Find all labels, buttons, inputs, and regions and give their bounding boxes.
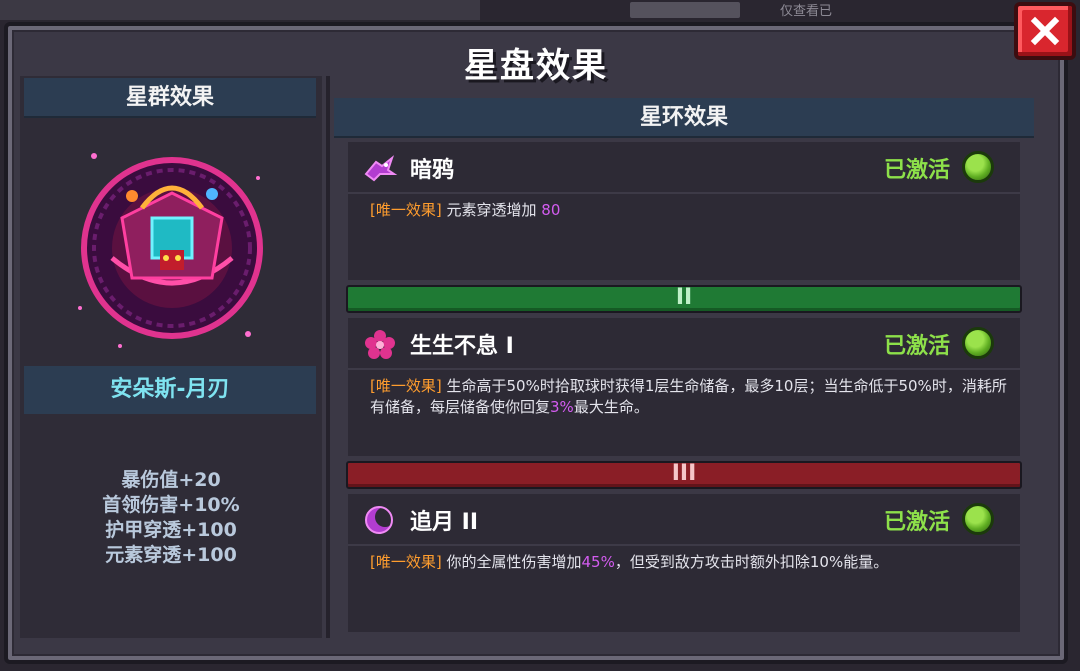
constellation-header: 星群效果 — [24, 78, 316, 118]
desc-text: 你的全属性伤害增加 — [446, 553, 582, 571]
ring-effect-status: 已激活 — [883, 334, 950, 359]
ring-effect-3: 追月 II 已激活 [唯一效果] 你的全属性伤害增加45%，但受到敌方攻击时额外… — [348, 494, 1020, 632]
stat-line: 首领伤害+10% — [102, 494, 240, 516]
ring-effect-name: 追月 II — [410, 510, 479, 535]
desc-highlight: 3% — [550, 398, 574, 416]
ring-effect-name: 生生不息 I — [410, 334, 514, 359]
desc-highlight: 80 — [541, 201, 561, 219]
background-filter-label: 仅查看已 — [780, 4, 833, 19]
crescent-moon-icon — [365, 506, 395, 534]
tier-bar-2: II — [346, 285, 1022, 313]
status-active-dot — [962, 503, 994, 535]
ring-effect-header: 暗鸦 已激活 — [348, 142, 1020, 194]
ring-effect-description: [唯一效果] 你的全属性伤害增加45%，但受到敌方攻击时额外扣除10%能量。 — [370, 552, 1010, 573]
column-divider — [326, 76, 330, 638]
desc-text: 元素穿透增加 — [446, 201, 542, 219]
unique-effect-tag: [唯一效果] — [370, 377, 442, 395]
ring-effect-description: [唯一效果] 生命高于50%时拾取球时获得1层生命储备，最多10层；当生命低于5… — [370, 376, 1010, 418]
tier-bar-3: III — [346, 461, 1022, 489]
ring-effect-header: 生生不息 I 已激活 — [348, 318, 1020, 370]
flower-icon — [365, 330, 395, 359]
status-active-dot — [962, 327, 994, 359]
ring-effect-2: 生生不息 I 已激活 [唯一效果] 生命高于50%时拾取球时获得1层生命储备，最… — [348, 318, 1020, 456]
close-icon — [1030, 16, 1060, 46]
desc-highlight: 45% — [581, 553, 615, 571]
close-button[interactable] — [1014, 2, 1076, 60]
desc-text: 生命高于50%时拾取球时获得1层生命储备，最多10层；当生命低于50%时，消耗所… — [370, 377, 1007, 416]
ring-effect-header: 追月 II 已激活 — [348, 494, 1020, 546]
ring-effect-description: [唯一效果] 元素穿透增加 80 — [370, 200, 1010, 221]
stat-line: 暴伤值+20 — [121, 469, 221, 491]
background-search-box — [630, 2, 740, 18]
stat-line: 护甲穿透+100 — [105, 519, 237, 541]
constellation-stats: 暴伤值+20 首领伤害+10% 护甲穿透+100 元素穿透+100 — [20, 468, 322, 568]
desc-text: 最大生命。 — [573, 398, 649, 416]
hero-name: 安朵斯-月刃 — [24, 366, 316, 414]
ring-effect-1: 暗鸦 已激活 [唯一效果] 元素穿透增加 80 — [348, 142, 1020, 280]
stat-line: 元素穿透+100 — [105, 544, 237, 566]
constellation-emblem-icon — [78, 153, 263, 348]
unique-effect-tag: [唯一效果] — [370, 201, 442, 219]
unique-effect-tag: [唯一效果] — [370, 553, 442, 571]
star-ring-header: 星环效果 — [334, 98, 1034, 138]
ring-effect-status: 已激活 — [883, 510, 950, 535]
ring-effect-name: 暗鸦 — [410, 158, 455, 183]
background-top-strip — [0, 0, 480, 20]
ring-effect-status: 已激活 — [883, 158, 950, 183]
desc-text: ，但受到敌方攻击时额外扣除10%能量。 — [614, 553, 889, 571]
crow-icon — [364, 155, 398, 182]
constellation-column: 星群效果 安朵斯-月刃 暴伤值+20 首领伤害+10% 护甲穿透+100 元素穿… — [20, 76, 322, 638]
status-active-dot — [962, 151, 994, 183]
